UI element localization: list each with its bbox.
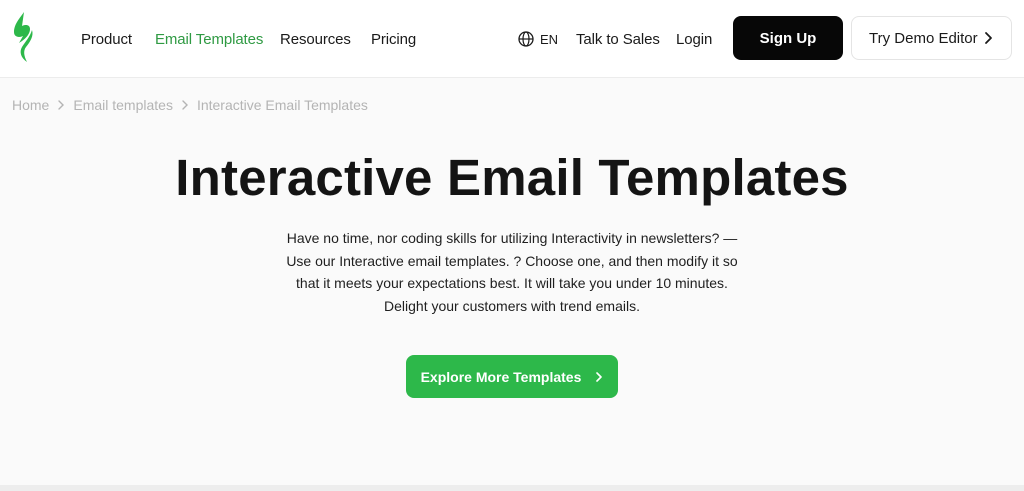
logo-icon[interactable] [10,10,40,64]
nav-product-label[interactable]: Product [81,31,132,48]
sign-up-button[interactable]: Sign Up [733,16,843,60]
login-link[interactable]: Login [676,0,712,78]
language-label: EN [540,31,559,47]
nav-resources-label[interactable]: Resources [280,31,351,48]
chevron-right-icon [985,32,992,44]
hero-description: Have no time, nor coding skills for util… [262,227,762,317]
hero-description-line: Have no time, nor coding skills for util… [286,230,738,246]
nav-resources[interactable]: Resources [280,0,351,78]
breadcrumb-email-templates[interactable]: Email templates [73,97,173,113]
site-header: Product Email Templates Resources Pricin… [0,0,1024,78]
page-title: Interactive Email Templates [175,149,849,206]
try-demo-editor-button[interactable]: Try Demo Editor [851,16,1012,60]
talk-to-sales-link[interactable]: Talk to Sales [576,0,660,78]
language-selector[interactable]: EN [518,0,558,78]
breadcrumb-current: Interactive Email Templates [196,97,368,113]
nav-pricing[interactable]: Pricing [371,0,416,78]
breadcrumb: Home Email templates Interactive Email T… [12,95,368,115]
nav-product[interactable]: Product [81,0,132,78]
section-divider [0,485,1024,491]
nav-email-templates-label[interactable]: Email Templates [155,31,263,48]
chevron-right-icon [181,99,189,111]
login-label[interactable]: Login [676,31,712,48]
nav-pricing-label[interactable]: Pricing [371,31,416,48]
hero-description-line: Use our Interactive email templates. ? C… [286,252,738,269]
nav-email-templates[interactable]: Email Templates [155,0,263,78]
chevron-right-icon [57,99,65,111]
talk-to-sales-label[interactable]: Talk to Sales [576,31,660,48]
try-demo-editor-label: Try Demo Editor [869,29,978,47]
hero-description-line: that it meets your expectations best. It… [296,275,728,291]
explore-more-templates-button[interactable]: Explore More Templates [406,355,618,398]
chevron-right-icon [596,371,603,382]
breadcrumb-home[interactable]: Home [12,97,49,113]
hero-description-line: Delight your customers with trend emails… [384,297,640,314]
sign-up-label: Sign Up [759,29,817,47]
globe-icon [518,31,534,47]
explore-more-templates-label: Explore More Templates [420,368,582,385]
